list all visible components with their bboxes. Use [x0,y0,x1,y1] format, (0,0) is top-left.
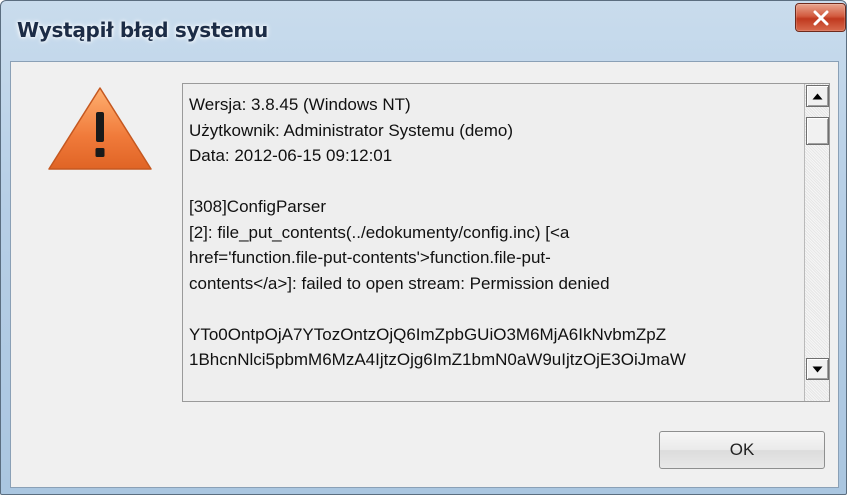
ok-button[interactable]: OK [659,431,825,469]
error-details-text: Wersja: 3.8.45 (Windows NT) Użytkownik: A… [189,92,801,399]
scroll-down-button[interactable] [806,358,829,380]
dialog-title: Wystąpił błąd systemu [17,18,268,42]
error-text-line: [2]: file_put_contents(../edokumenty/con… [189,222,570,242]
error-text-line: Wersja: 3.8.45 (Windows NT) [189,95,411,114]
error-text-line: [308]ConfigParser [189,197,327,216]
close-icon [813,10,828,25]
error-text-line [189,169,801,195]
arrow-up-icon [812,93,823,99]
dialog-body: Wersja: 3.8.45 (Windows NT) Użytkownik: A… [10,61,839,488]
close-button[interactable] [795,3,846,32]
arrow-down-icon [812,366,823,372]
error-text-line: Użytkownik: Administrator Systemu (demo) [189,120,514,140]
scroll-thumb[interactable] [806,117,829,145]
error-text-line: Data: 2012-06-15 09:12:01 [189,146,393,165]
vertical-scrollbar[interactable] [804,84,829,401]
warning-icon [48,87,152,170]
error-text-line: href='function.file-put-contents'>functi… [189,248,551,267]
scroll-up-button[interactable] [806,85,829,107]
error-text-line: YTo0OntpOjA7YTozOntzOjQ6ImZpbGUiO3M6MjA6… [189,324,667,344]
error-text-line: contents</a>]: failed to open stream: Pe… [189,273,610,293]
error-dialog-window: Wystąpił błąd systemu Wersja: 3.8.45 (Wi… [0,0,847,495]
error-details-textarea[interactable]: Wersja: 3.8.45 (Windows NT) Użytkownik: A… [182,83,830,402]
title-bar[interactable]: Wystąpił błąd systemu [1,1,846,61]
error-text-line: 1BhcnNlci5pbmM6MzA4IjtzOjg6ImZ1bmN0aW9uI… [189,350,686,369]
error-text-line [189,296,801,322]
